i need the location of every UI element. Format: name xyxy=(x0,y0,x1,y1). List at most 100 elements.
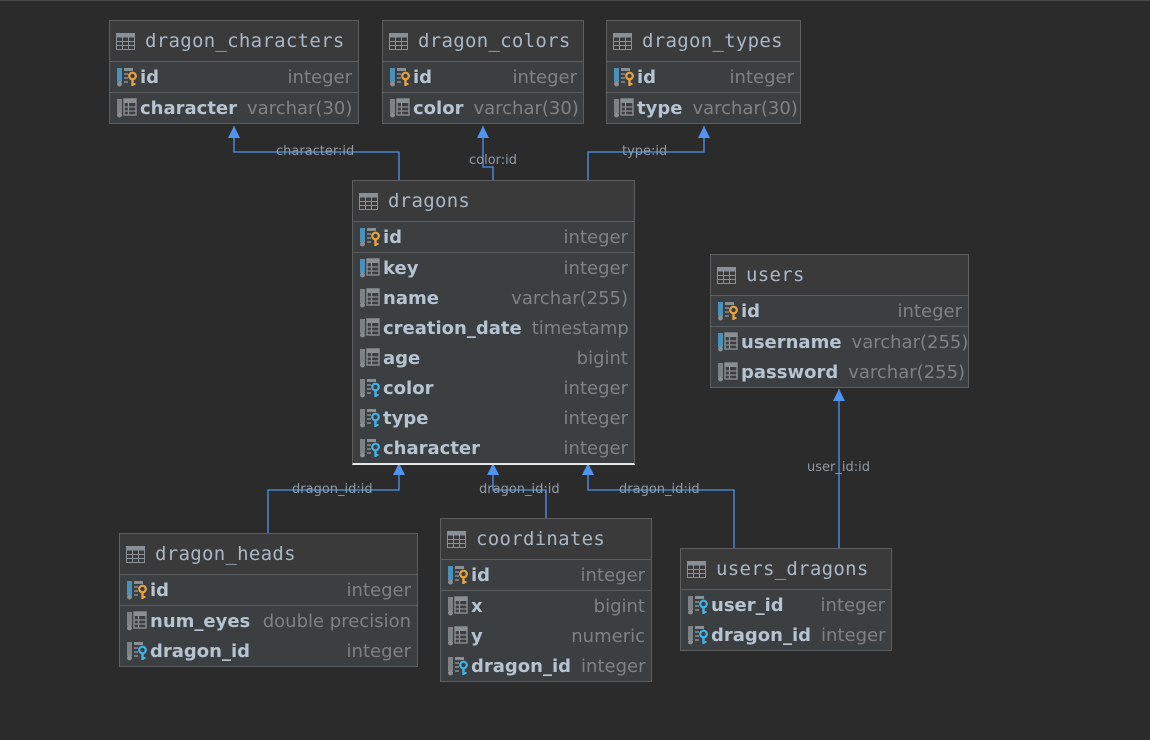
column-row-creation_date[interactable]: creation_date timestamp xyxy=(353,313,634,343)
columns-section: type varchar(30) xyxy=(607,93,800,123)
column-notnull-icon xyxy=(447,626,469,646)
column-row-id[interactable]: id integer xyxy=(383,62,583,92)
column-type: integer xyxy=(563,377,628,399)
table-title: users_dragons xyxy=(716,558,869,580)
column-row-y[interactable]: y numeric xyxy=(441,621,651,651)
primary-key-section: id integer xyxy=(353,222,634,253)
column-type: integer xyxy=(346,579,411,601)
relation-label: dragon_id:id xyxy=(479,482,560,497)
column-row-dragon_id[interactable]: dragon_id integer xyxy=(681,620,891,650)
column-row-color[interactable]: color integer xyxy=(353,373,634,403)
diagram-canvas[interactable]: dragon_charactersid integer character varch… xyxy=(0,1,1150,740)
relation-label: color:id xyxy=(469,153,518,168)
column-name: id xyxy=(150,579,170,601)
table-dragons[interactable]: dragons id integer key integer name varchar(25… xyxy=(352,180,635,465)
table-coordinates[interactable]: coordinates id integer x bigint y numeric drago… xyxy=(440,518,652,682)
column-name: color xyxy=(383,377,434,399)
column-row-user_id[interactable]: user_id integer xyxy=(681,590,891,620)
foreign-key-icon xyxy=(359,438,381,458)
column-type: integer xyxy=(563,407,628,429)
column-type: numeric xyxy=(571,625,645,647)
columns-section: color varchar(30) xyxy=(383,93,583,123)
table-title: users xyxy=(746,264,805,286)
foreign-key-icon xyxy=(359,378,381,398)
primary-key-section: id integer xyxy=(120,575,417,606)
table-header[interactable]: dragons xyxy=(353,181,634,222)
columns-section: character varchar(30) xyxy=(110,93,358,123)
column-row-password[interactable]: password varchar(255) xyxy=(711,357,968,387)
table-header[interactable]: dragon_heads xyxy=(120,534,417,575)
column-name: dragon_id xyxy=(471,655,572,677)
column-row-key[interactable]: key integer xyxy=(353,253,634,283)
column-row-type[interactable]: type integer xyxy=(353,403,634,433)
table-icon xyxy=(687,560,706,578)
table-title: dragon_colors xyxy=(418,30,571,52)
table-icon xyxy=(613,32,632,50)
column-type: bigint xyxy=(576,347,628,369)
column-notnull-icon xyxy=(447,596,469,616)
column-name: id xyxy=(471,564,491,586)
relation-dragon_heads-to-dragons[interactable] xyxy=(267,463,405,533)
column-row-id[interactable]: id integer xyxy=(110,62,358,92)
column-name: name xyxy=(383,287,439,309)
column-type: integer xyxy=(580,564,645,586)
primary-key-icon xyxy=(717,301,739,321)
column-name: id xyxy=(140,66,160,88)
columns-section: key integer name varchar(255) creation_date t… xyxy=(353,253,634,463)
column-row-dragon_id[interactable]: dragon_id integer xyxy=(120,636,417,666)
table-users_dragons[interactable]: users_dragons user_id integer dragon_id inte… xyxy=(680,548,892,651)
table-title: coordinates xyxy=(476,528,606,550)
column-name: age xyxy=(383,347,421,369)
column-type: varchar(30) xyxy=(473,97,579,119)
column-row-age[interactable]: age bigint xyxy=(353,343,634,373)
column-notnull-icon xyxy=(359,288,381,308)
table-header[interactable]: users xyxy=(711,255,968,296)
column-row-x[interactable]: x bigint xyxy=(441,591,651,621)
table-header[interactable]: coordinates xyxy=(441,519,651,560)
column-row-num_eyes[interactable]: num_eyes double precision xyxy=(120,606,417,636)
table-header[interactable]: dragon_characters xyxy=(110,21,358,62)
table-header[interactable]: dragon_colors xyxy=(383,21,583,62)
column-row-dragon_id[interactable]: dragon_id integer xyxy=(441,651,651,681)
arrowhead-icon xyxy=(228,126,240,138)
table-dragon_colors[interactable]: dragon_colors id integer color varchar(30) xyxy=(382,20,584,124)
column-row-color[interactable]: color varchar(30) xyxy=(383,93,583,123)
foreign-key-icon xyxy=(126,641,148,661)
column-row-username[interactable]: username varchar(255) xyxy=(711,327,968,357)
column-name: username xyxy=(741,331,842,353)
table-dragon_characters[interactable]: dragon_characters id integer character varch… xyxy=(109,20,359,124)
column-row-id[interactable]: id integer xyxy=(120,575,417,605)
table-dragon_heads[interactable]: dragon_headsid integer num_eyes double prec… xyxy=(119,533,418,667)
arrowhead-icon xyxy=(477,126,489,138)
table-users[interactable]: users id integer username varchar(255) passwo… xyxy=(710,254,969,388)
primary-key-section: id integer xyxy=(110,62,358,93)
column-type: integer xyxy=(581,655,646,677)
column-icon xyxy=(359,348,381,368)
column-row-type[interactable]: type varchar(30) xyxy=(607,93,800,123)
relation-label: dragon_id:id xyxy=(292,482,373,497)
column-name: creation_date xyxy=(383,317,522,339)
column-row-name[interactable]: name varchar(255) xyxy=(353,283,634,313)
primary-key-section: id integer xyxy=(607,62,800,93)
table-title: dragons xyxy=(388,190,471,212)
column-icon xyxy=(126,611,148,631)
column-type: timestamp xyxy=(531,317,629,339)
column-name: id xyxy=(413,66,433,88)
column-row-id[interactable]: id integer xyxy=(607,62,800,92)
table-title: dragon_characters xyxy=(145,30,345,52)
table-header[interactable]: users_dragons xyxy=(681,549,891,590)
column-name: color xyxy=(413,97,464,119)
table-icon xyxy=(126,545,145,563)
column-row-id[interactable]: id integer xyxy=(711,296,968,326)
column-row-character[interactable]: character varchar(30) xyxy=(110,93,358,123)
column-row-id[interactable]: id integer xyxy=(353,222,634,252)
table-title: dragon_types xyxy=(642,30,783,52)
table-header[interactable]: dragon_types xyxy=(607,21,800,62)
column-row-id[interactable]: id integer xyxy=(441,560,651,590)
table-title: dragon_heads xyxy=(155,543,296,565)
column-type: integer xyxy=(821,624,886,646)
table-dragon_types[interactable]: dragon_types id integer type varchar(30) xyxy=(606,20,801,124)
column-name: x xyxy=(471,595,483,617)
primary-key-section: id integer xyxy=(383,62,583,93)
column-row-character[interactable]: character integer xyxy=(353,433,634,463)
